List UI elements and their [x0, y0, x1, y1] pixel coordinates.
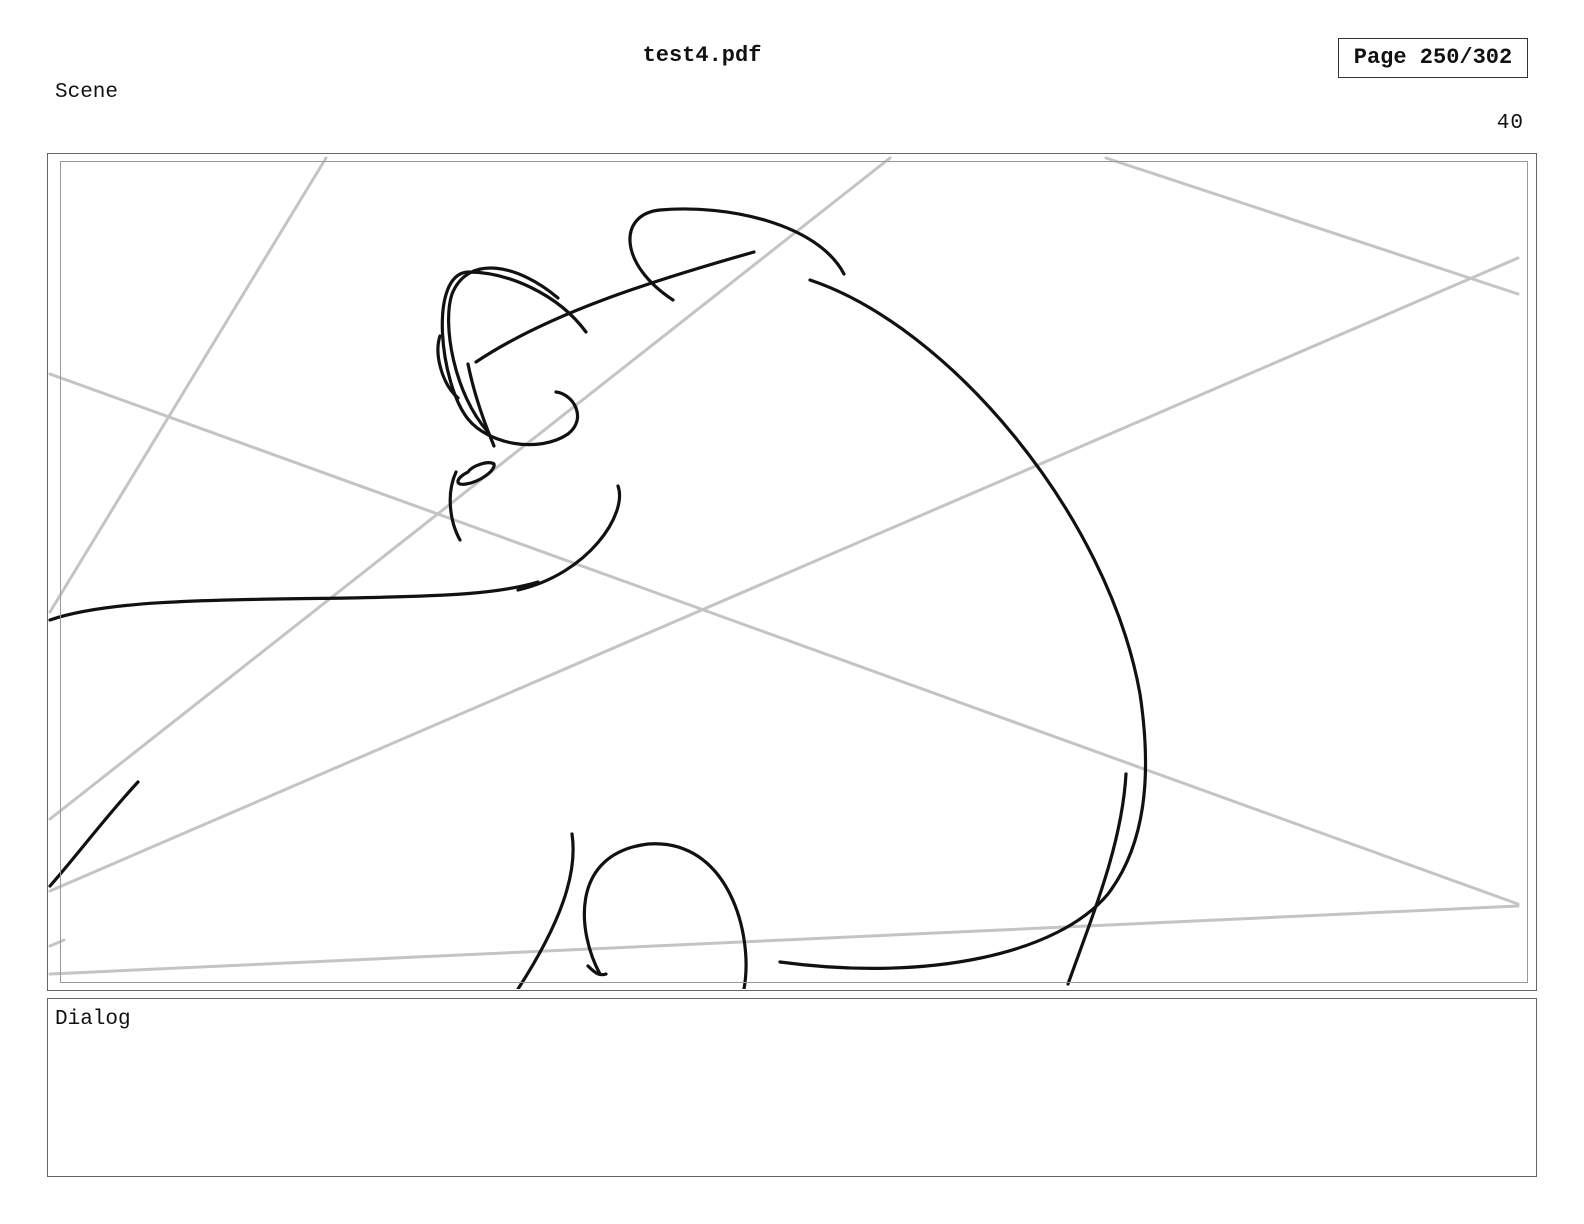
page-indicator: Page 250/302 [1338, 38, 1528, 78]
dialog-label: Dialog [55, 1008, 131, 1031]
storyboard-panel[interactable] [47, 153, 1537, 991]
panel-number: 40 [1496, 112, 1524, 135]
document-title: test4.pdf [642, 43, 762, 68]
storyboard-sketch-image [48, 156, 1520, 989]
scene-label: Scene [55, 81, 119, 104]
perspective-guides [48, 156, 1520, 976]
character-sketch [48, 207, 1148, 989]
dialog-box[interactable]: Dialog [47, 998, 1537, 1177]
